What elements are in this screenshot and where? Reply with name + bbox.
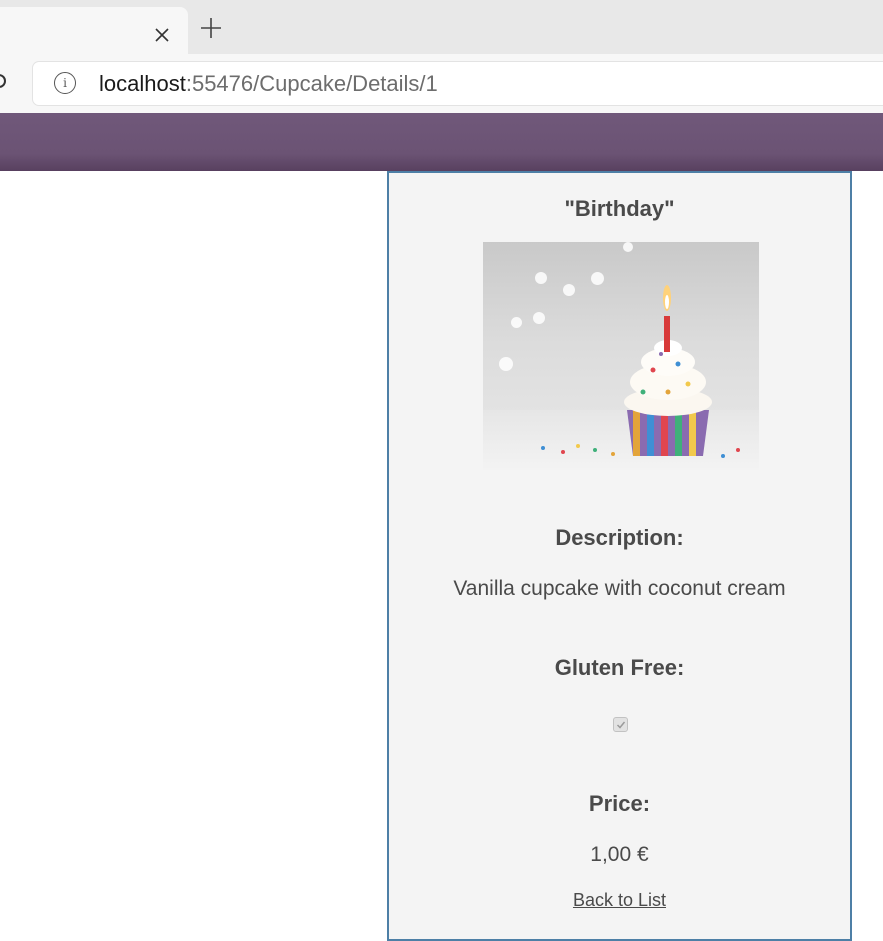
price-label: Price: (588, 791, 651, 816)
back-to-list-link[interactable]: Back to List (389, 889, 850, 911)
site-header (0, 113, 883, 171)
browser-tab[interactable] (0, 7, 188, 54)
gluten-free-label: Gluten Free: (554, 655, 685, 680)
plus-icon[interactable] (197, 14, 225, 42)
address-bar[interactable]: i localhost:55476/Cupcake/Details/1 (33, 62, 883, 105)
close-icon[interactable] (151, 24, 173, 46)
url-path: :55476/Cupcake/Details/1 (185, 71, 438, 96)
description-value: Vanilla cupcake with coconut cream (453, 577, 786, 600)
description-label: Description: (555, 525, 684, 550)
browser-tab-strip (0, 0, 883, 54)
info-glyph: i (63, 76, 67, 90)
cupcake-image (483, 242, 759, 470)
cupcake-title: "Birthday" (564, 196, 675, 221)
url-host: localhost (99, 71, 186, 96)
info-icon[interactable]: i (54, 72, 76, 94)
refresh-icon[interactable] (0, 74, 6, 88)
price-value: 1,00 € (590, 843, 649, 866)
url-text[interactable]: localhost:55476/Cupcake/Details/1 (99, 72, 438, 96)
browser-toolbar: i localhost:55476/Cupcake/Details/1 (0, 54, 883, 113)
details-card: "Birthday" Description: Vanilla cupcake … (387, 171, 852, 941)
gluten-free-checkbox (613, 717, 628, 732)
